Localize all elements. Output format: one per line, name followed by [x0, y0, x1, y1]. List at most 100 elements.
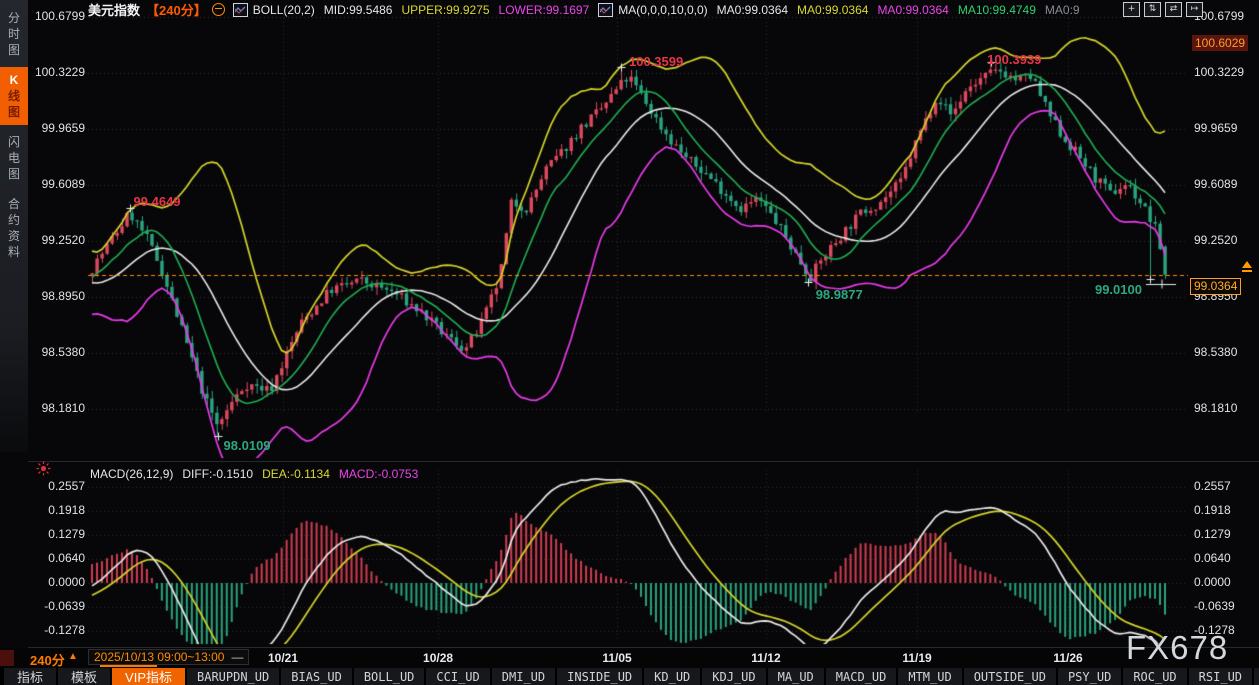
toolbar-item-inside-ud[interactable]: INSIDE_UD: [557, 668, 642, 685]
toolbar-item-指标[interactable]: 指标: [4, 668, 56, 685]
toolbar-item-kdj-ud[interactable]: KDJ_UD: [702, 668, 765, 685]
chart-application-window: 分时图K线图闪电图合约资料 美元指数 【240分】 BOLL(20,2)MID:…: [0, 0, 1259, 685]
scale-vertical-icon[interactable]: ⇅: [1144, 2, 1161, 17]
sidebar-tab-3[interactable]: 闪电图: [0, 129, 28, 187]
toolbar-item-roc-ud[interactable]: ROC_UD: [1123, 668, 1186, 685]
corner-marker: [0, 650, 14, 666]
indicator-value: BOLL(20,2): [253, 3, 315, 17]
boll-indicator-icon[interactable]: [233, 3, 248, 17]
indicator-value: LOWER:99.1697: [499, 3, 590, 17]
bar-time-range: 2025/10/13 09:00~13:00: [94, 650, 224, 664]
tab-char: 图: [0, 166, 28, 182]
period-label: 【240分】: [146, 0, 207, 19]
date-tick-label: 11/12: [751, 651, 780, 665]
price-tick-label: 99.6089: [28, 177, 85, 191]
indicator-value: DIFF:-0.1510: [182, 467, 253, 481]
price-tick-label: 98.8950: [28, 289, 85, 303]
ma-values: MA(0,0,0,10,0,0)MA0:99.0364MA0:99.0364MA…: [618, 3, 1088, 17]
indicator-value: MA0:99.0364: [797, 3, 868, 17]
price-tick-label: 98.1810: [1194, 401, 1237, 415]
fx678-watermark: FX678: [1126, 629, 1228, 667]
price-tick-label: 99.2520: [1194, 233, 1237, 247]
price-annotation: 100.3599: [629, 54, 683, 69]
tab-char: 料: [0, 244, 28, 260]
range-dash: —: [231, 650, 243, 664]
toolbar-item-boll-ud[interactable]: BOLL_UD: [354, 668, 425, 685]
sidebar-tab-4[interactable]: 合约资料: [0, 191, 28, 265]
price-annotation: 100.3939: [987, 52, 1041, 67]
scale-horizontal-icon[interactable]: ⇄: [1165, 2, 1182, 17]
toolbar-item-psy-ud[interactable]: PSY_UD: [1058, 668, 1121, 685]
tab-char: 线: [0, 88, 28, 104]
macd-tick-label: 0.0000: [1194, 575, 1231, 589]
tab-char: 分: [0, 10, 28, 26]
tab-char: 资: [0, 228, 28, 244]
tab-char: 时: [0, 26, 28, 42]
indicator-value: MA0:99.0364: [877, 3, 948, 17]
toolbar-item-macd-ud[interactable]: MACD_UD: [826, 668, 897, 685]
price-annotation: 99.4649: [134, 194, 181, 209]
indicator-settings-icon[interactable]: [36, 461, 51, 476]
price-tick-label: 100.6799: [28, 9, 85, 23]
indicator-value: MACD(26,12,9): [90, 467, 173, 481]
date-tick-label: 10/21: [268, 651, 298, 665]
toolbar-item-rsi-ud[interactable]: RSI_UD: [1189, 668, 1252, 685]
sidebar-tab-1[interactable]: 分时图: [0, 5, 28, 63]
chart-canvas[interactable]: [0, 0, 1259, 685]
toolbar-item-sma-ud[interactable]: SMA_UD: [1254, 668, 1259, 685]
price-up-arrow-base: [1242, 270, 1252, 272]
macd-tick-label: 0.1918: [28, 503, 85, 517]
macd-header: MACD(26,12,9) DIFF:-0.1510 DEA:-0.1134 MACD…: [90, 467, 427, 481]
indicator-value: UPPER:99.9275: [401, 3, 489, 17]
date-tick-label: 11/19: [902, 651, 931, 665]
price-tick-label: 100.3229: [1194, 65, 1244, 79]
toolbar-item-kd-ud[interactable]: KD_UD: [644, 668, 700, 685]
sidebar-tab-2[interactable]: K线图: [0, 67, 28, 125]
price-tick-label: 98.5380: [1194, 345, 1237, 359]
date-tick-label: 11/26: [1053, 651, 1082, 665]
indicator-value: MID:99.5486: [324, 3, 393, 17]
macd-tick-label: 0.1279: [28, 527, 85, 541]
toolbar-item-mtm-ud[interactable]: MTM_UD: [898, 668, 961, 685]
price-up-arrow-icon: [1242, 261, 1252, 268]
minus-circle-icon[interactable]: [212, 3, 225, 16]
date-tick-label: 11/05: [602, 651, 631, 665]
indicator-value: MA0:9: [1045, 3, 1080, 17]
pane-divider: [28, 461, 1259, 462]
session-high-badge: 100.6029: [1192, 35, 1248, 51]
timeframe-up-arrow-icon[interactable]: ▲: [68, 651, 78, 662]
bar-time-range-box[interactable]: 2025/10/13 09:00~13:00 —: [88, 649, 249, 665]
toolbar-item-outside-ud[interactable]: OUTSIDE_UD: [964, 668, 1056, 685]
toolbar-item-ma-ud[interactable]: MA_UD: [768, 668, 824, 685]
indicator-value: MA0:99.0364: [717, 3, 788, 17]
tab-char: 闪: [0, 134, 28, 150]
pan-right-icon[interactable]: ↦: [1186, 2, 1203, 17]
symbol-title: 美元指数: [88, 0, 140, 19]
tab-char: 图: [0, 104, 28, 120]
macd-tick-label: 0.0000: [28, 575, 85, 589]
macd-tick-label: 0.2557: [1194, 479, 1231, 493]
window-control-icons: + ⇅ ⇄ ↦: [1123, 2, 1203, 17]
toolbar-item-模板[interactable]: 模板: [58, 668, 110, 685]
macd-tick-label: 0.1279: [1194, 527, 1231, 541]
toolbar-item-dmi-ud[interactable]: DMI_UD: [492, 668, 555, 685]
price-annotation: 98.9877: [816, 287, 863, 302]
toolbar-item-barupdn-ud[interactable]: BARUPDN_UD: [187, 668, 279, 685]
tab-char: 合: [0, 196, 28, 212]
macd-tick-label: 0.1918: [1194, 503, 1231, 517]
macd-tick-label: -0.0639: [28, 599, 85, 613]
indicator-value: MACD:-0.0753: [339, 467, 418, 481]
tab-char: 图: [0, 42, 28, 58]
tab-char: K: [0, 72, 28, 88]
macd-tick-label: 0.2557: [28, 479, 85, 493]
indicator-value: DEA:-0.1134: [262, 467, 330, 481]
price-tick-label: 99.6089: [1194, 177, 1237, 191]
tab-char: 约: [0, 212, 28, 228]
crosshair-icon[interactable]: +: [1123, 2, 1140, 17]
toolbar-item-cci-ud[interactable]: CCI_UD: [426, 668, 489, 685]
indicator-value: MA10:99.4749: [958, 3, 1036, 17]
toolbar-item-vip指标[interactable]: VIP指标: [112, 668, 185, 685]
ma-indicator-icon[interactable]: [598, 3, 613, 17]
last-price-badge: 99.0364: [1190, 278, 1241, 295]
toolbar-item-bias-ud[interactable]: BIAS_UD: [281, 668, 352, 685]
